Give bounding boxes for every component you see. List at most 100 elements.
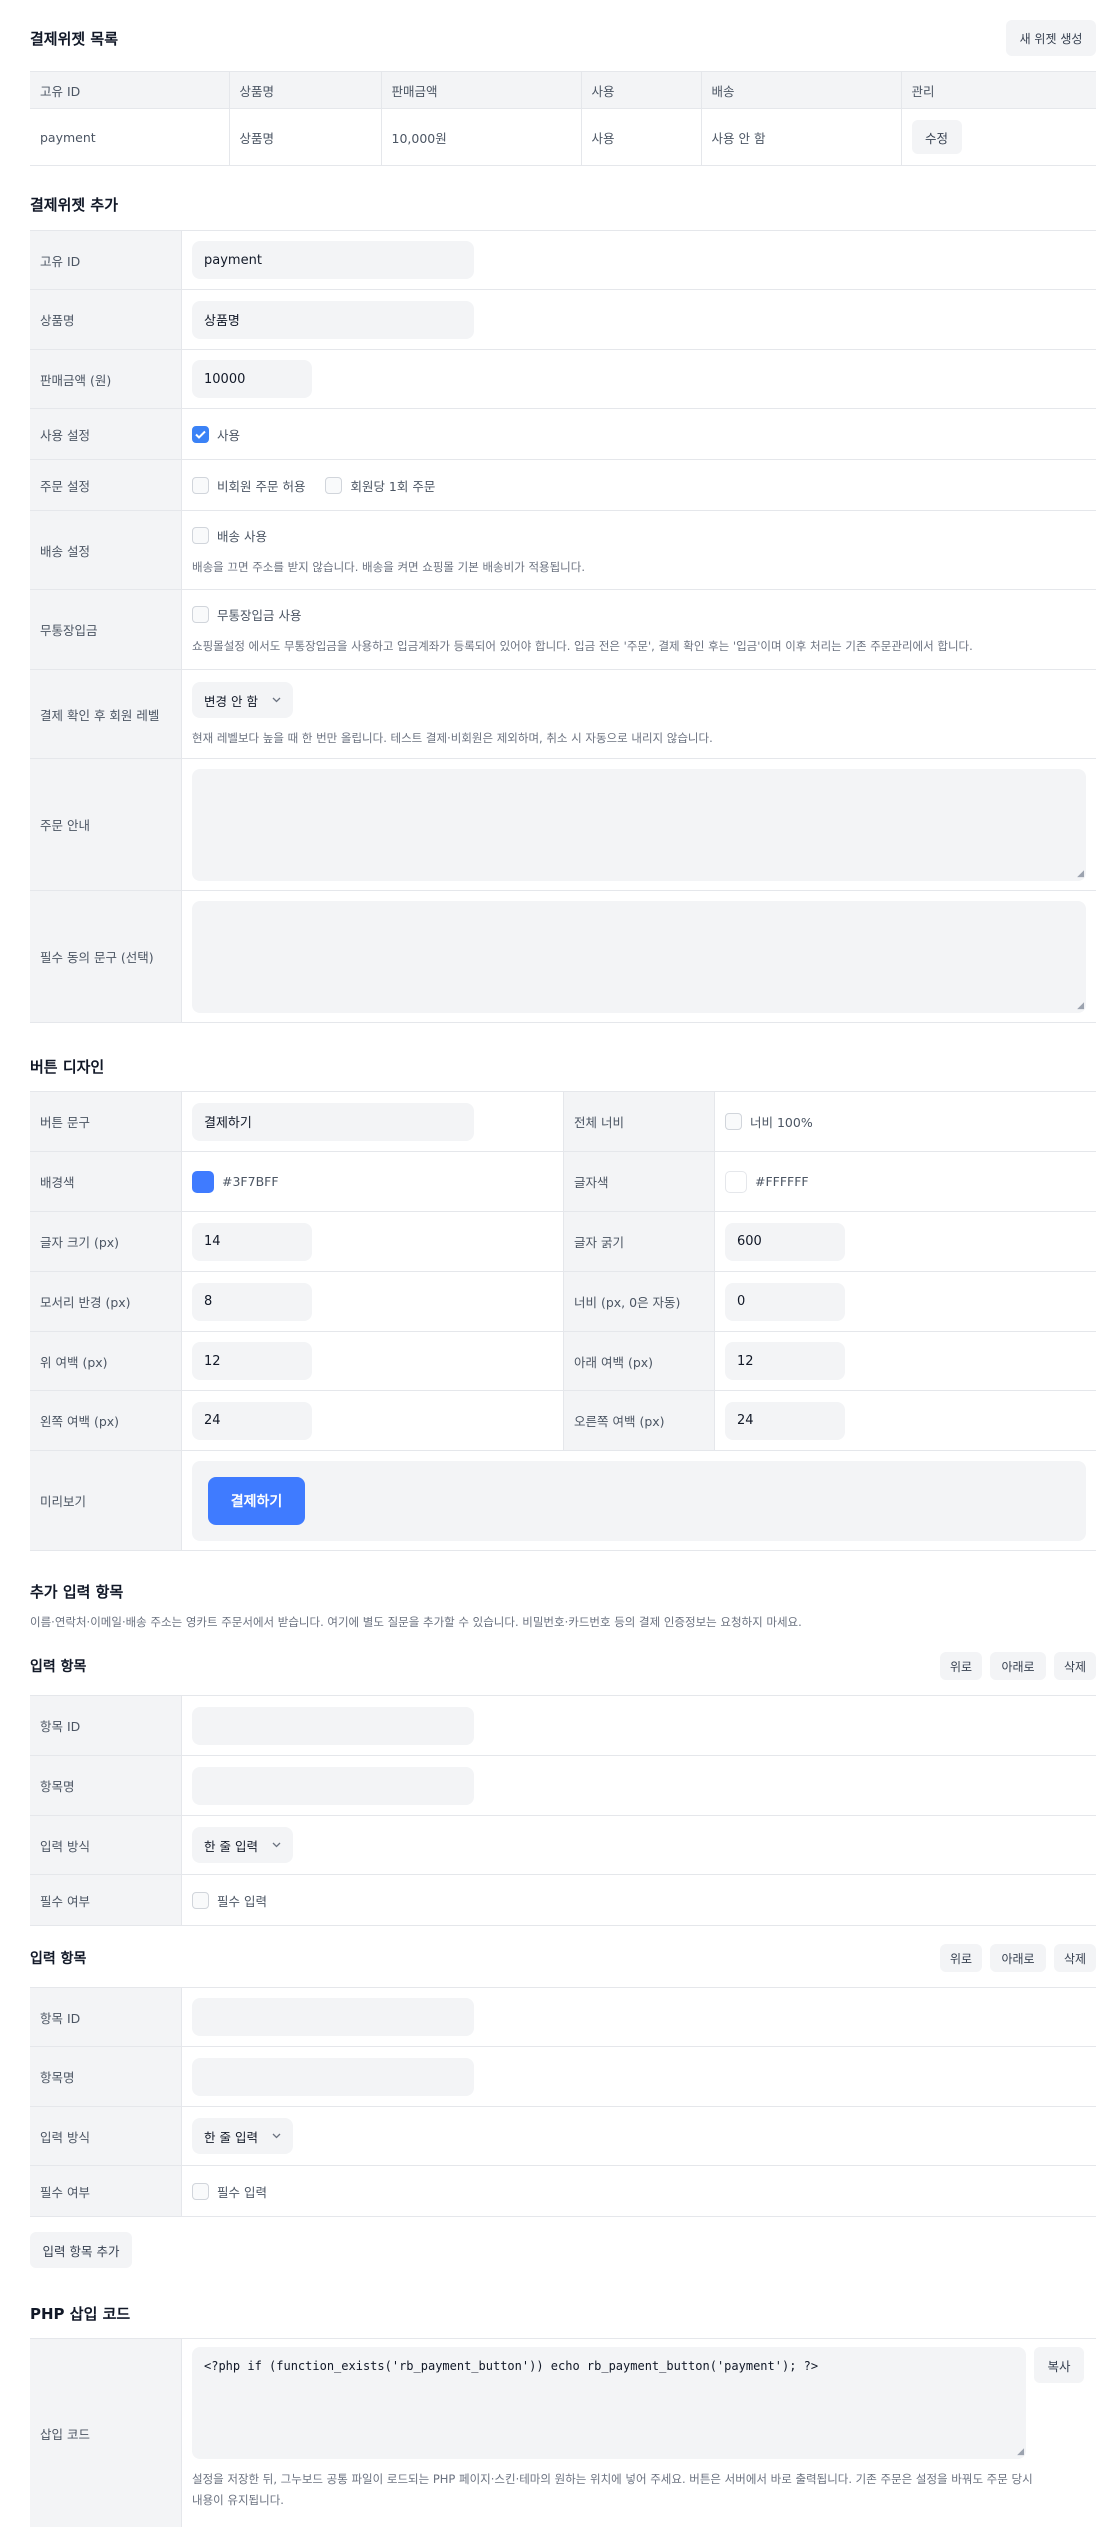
delete-button[interactable]: 삭제 <box>1054 1944 1096 1972</box>
font-size-input[interactable]: 14 <box>192 1222 312 1261</box>
ship-line[interactable]: 배송 사용 <box>192 526 1086 545</box>
ship-hint: 배송을 끄면 주소를 받지 않습니다. 배송을 켜면 쇼핑몰 기본 배송비가 적… <box>192 559 586 574</box>
field-id-label: 항목 ID <box>30 1696 182 1755</box>
field-name-input[interactable] <box>192 2057 474 2096</box>
guide-label: 주문 안내 <box>30 759 182 890</box>
widget-list-header: 결제위젯 목록 새 위젯 생성 <box>30 20 1096 56</box>
col-name: 상품명 <box>229 71 382 109</box>
fg-color-value: #FFFFFF <box>755 1174 809 1189</box>
name-input[interactable]: 상품명 <box>192 300 474 339</box>
add-field-button[interactable]: 입력 항목 추가 <box>30 2232 132 2268</box>
field-type-select[interactable]: 한 줄 입력 <box>192 1827 293 1863</box>
required-checkbox[interactable] <box>192 2182 209 2200</box>
pad-top-label: 위 여백 (px) <box>30 1332 182 1390</box>
row-ship: 배송 설정 배송 사용 배송을 끄면 주소를 받지 않습니다. 배송을 켜면 쇼… <box>30 511 1096 590</box>
move-up-button[interactable]: 위로 <box>940 1944 982 1972</box>
cell-use: 사용 <box>581 108 702 166</box>
field-name-label: 항목명 <box>30 2047 182 2106</box>
price-label: 판매금액 (원) <box>30 350 182 408</box>
bg-color-swatch[interactable] <box>192 1170 214 1193</box>
pad-bottom-input[interactable]: 12 <box>725 1342 845 1380</box>
guest-order-line[interactable]: 비회원 주문 허용 <box>192 476 305 495</box>
move-down-button[interactable]: 아래로 <box>990 1652 1046 1680</box>
fg-color-picker[interactable]: #FFFFFF <box>725 1170 1086 1193</box>
bank-hint: 쇼핑몰설정 에서도 무통장입금을 사용하고 입금계좌가 등록되어 있어야 합니다… <box>192 639 973 653</box>
required-line[interactable]: 필수 입력 <box>192 1891 1086 1910</box>
row-field-id: 항목 ID <box>30 1988 1096 2047</box>
level-label: 결제 확인 후 회원 레벨 <box>30 670 182 758</box>
agree-textarea[interactable]: ◢ <box>192 900 1086 1013</box>
delete-button[interactable]: 삭제 <box>1054 1652 1096 1680</box>
copy-button[interactable]: 복사 <box>1034 2347 1084 2383</box>
ship-option-label: 배송 사용 <box>217 528 267 544</box>
required-checkbox[interactable] <box>192 1891 209 1909</box>
field-type-select[interactable]: 한 줄 입력 <box>192 2118 293 2154</box>
extra-fields-title: 추가 입력 항목 <box>30 1583 124 1601</box>
row-field-name: 항목명 <box>30 1756 1096 1816</box>
bank-checkbox[interactable] <box>192 606 209 623</box>
guide-textarea[interactable]: ◢ <box>192 768 1086 881</box>
field-type-label: 입력 방식 <box>30 1816 182 1874</box>
bank-line[interactable]: 무통장입금 사용 <box>192 605 1086 624</box>
col-ship: 배송 <box>701 71 902 109</box>
new-widget-button[interactable]: 새 위젯 생성 <box>1006 20 1096 56</box>
field-id-input[interactable] <box>192 1998 474 2036</box>
row-guide: 주문 안내 ◢ <box>30 759 1096 891</box>
row-field-type: 입력 방식 한 줄 입력 <box>30 2107 1096 2166</box>
field-id-input[interactable] <box>192 1706 474 1745</box>
field-item-form: 항목 ID 항목명 입력 방식 한 줄 입력 필수 여부 필수 입력 <box>30 1695 1096 1926</box>
pad-bottom-label: 아래 여백 (px) <box>563 1332 715 1390</box>
guest-order-label: 비회원 주문 허용 <box>217 478 306 494</box>
check-icon <box>195 430 206 439</box>
id-input[interactable]: payment <box>192 241 474 279</box>
bg-color-picker[interactable]: #3F7BFF <box>192 1170 553 1193</box>
row-font: 글자 크기 (px) 14 글자 굵기 600 <box>30 1212 1096 1272</box>
edit-button[interactable]: 수정 <box>911 120 962 154</box>
font-weight-input[interactable]: 600 <box>725 1222 845 1261</box>
cell-manage: 수정 <box>901 108 1096 166</box>
once-order-line[interactable]: 회원당 1회 주문 <box>325 476 435 495</box>
full-width-checkbox[interactable] <box>725 1113 742 1130</box>
use-label: 사용 설정 <box>30 409 182 459</box>
pad-right-input[interactable]: 24 <box>725 1401 845 1440</box>
price-input[interactable]: 10000 <box>192 360 312 398</box>
once-order-checkbox[interactable] <box>325 476 343 494</box>
ship-label: 배송 설정 <box>30 511 182 589</box>
required-option: 필수 입력 <box>217 2184 267 2200</box>
level-select[interactable]: 변경 안 함 <box>192 682 293 718</box>
preview-area: 결제하기 <box>192 1460 1086 1541</box>
guest-order-checkbox[interactable] <box>192 476 209 494</box>
move-up-button[interactable]: 위로 <box>940 1652 982 1680</box>
pad-left-input[interactable]: 24 <box>192 1401 312 1440</box>
col-use: 사용 <box>581 71 702 109</box>
preview-pay-button[interactable]: 결제하기 <box>208 1476 305 1525</box>
fg-label: 글자색 <box>563 1152 715 1211</box>
cell-name: 상품명 <box>229 108 382 166</box>
field-name-input[interactable] <box>192 1766 474 1805</box>
row-order: 주문 설정 비회원 주문 허용 회원당 1회 주문 <box>30 460 1096 511</box>
once-order-label: 회원당 1회 주문 <box>350 478 436 494</box>
php-code-label: 삽입 코드 <box>30 2339 182 2527</box>
pad-top-input[interactable]: 12 <box>192 1342 312 1380</box>
fg-color-swatch[interactable] <box>725 1170 747 1193</box>
required-option: 필수 입력 <box>217 1893 267 1909</box>
move-down-button[interactable]: 아래로 <box>990 1944 1046 1972</box>
php-code-form: 삽입 코드 <?php if (function_exists('rb_paym… <box>30 2338 1096 2527</box>
col-manage: 관리 <box>901 71 1096 109</box>
full-label: 전체 너비 <box>563 1092 715 1151</box>
row-php-code: 삽입 코드 <?php if (function_exists('rb_paym… <box>30 2339 1096 2527</box>
radius-input[interactable]: 8 <box>192 1282 312 1321</box>
php-code-text: <?php if (function_exists('rb_payment_bu… <box>204 2359 819 2373</box>
width-input[interactable]: 0 <box>725 1282 845 1321</box>
cell-id: payment <box>30 108 230 166</box>
php-code-textarea[interactable]: <?php if (function_exists('rb_payment_bu… <box>192 2347 1026 2459</box>
full-width-line[interactable]: 너비 100% <box>725 1112 1086 1131</box>
use-checkbox[interactable] <box>192 425 209 443</box>
button-text-input[interactable]: 결제하기 <box>192 1102 474 1141</box>
required-line[interactable]: 필수 입력 <box>192 2182 1086 2201</box>
row-field-required: 필수 여부 필수 입력 <box>30 2166 1096 2217</box>
ship-checkbox[interactable] <box>192 526 209 544</box>
resize-grip-icon: ◢ <box>1017 2447 1024 2457</box>
row-colors: 배경색 #3F7BFF 글자색 #FFFFFF <box>30 1152 1096 1212</box>
use-checkbox-line[interactable]: 사용 <box>192 425 1086 444</box>
